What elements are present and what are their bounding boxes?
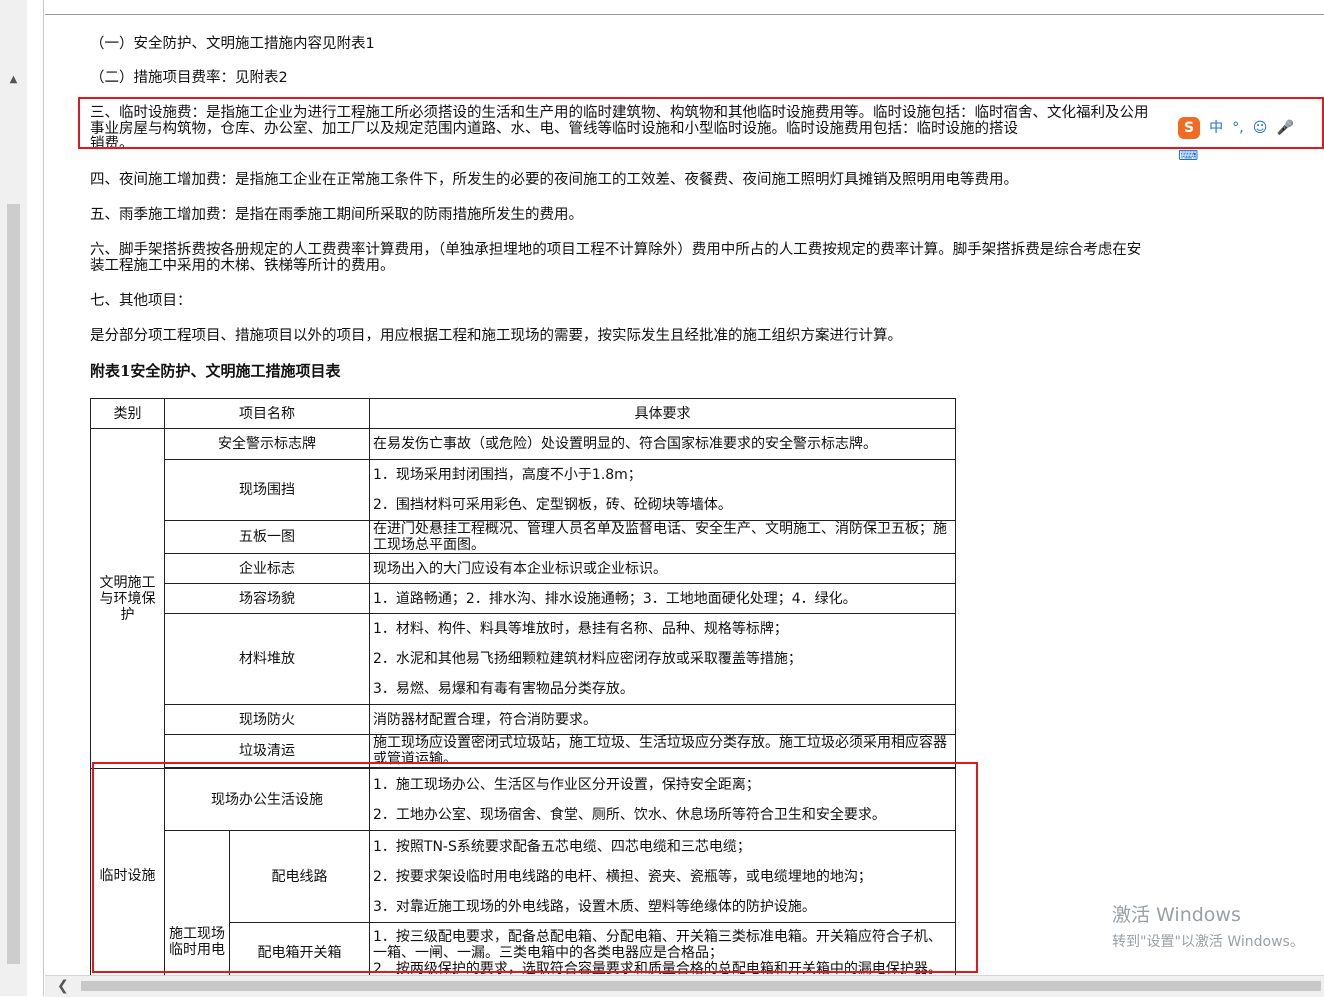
item-name: 现场围挡 [164,459,370,521]
left-panel-divider [27,0,44,996]
item-requirement: 在易发伤亡事故（或危险）处设置明显的、符合国家标准要求的安全警示标志牌。 [369,428,956,460]
header-item: 项目名称 [164,398,370,429]
paragraph-6-line1: 六、脚手架搭拆费按各册规定的人工费费率计算费用，（单独承担埋地的项目工程不计算除… [90,242,1142,258]
windows-activation-watermark: 激活 Windows 转到"设置"以激活 Windows。 [1112,900,1304,951]
requirement-line: 2．工地办公室、现场宿舍、食堂、厕所、饮水、休息场所等符合卫生和安全要求。 [373,806,886,823]
item-requirement: 1．施工现场办公、生活区与作业区分开设置，保持安全距离； 2．工地办公室、现场宿舍… [369,768,956,831]
item-requirement: 现场出入的大门应设有本企业标识或企业标识。 [369,553,956,584]
paragraph-3-line3: 销费。 [90,136,134,152]
requirement-line: 3．易燃、易爆和有毒有害物品分类存放。 [373,681,634,697]
item-name: 企业标志 [164,553,370,584]
item-name: 场容场貌 [164,583,370,614]
scroll-up-arrow-icon[interactable]: ▲ [0,70,27,90]
watermark-subtitle: 转到"设置"以激活 Windows。 [1112,934,1304,950]
paragraph-6-line2: 装工程施工中采用的木梯、铁梯等所计的费用。 [90,258,395,274]
item-requirement: 在进门处悬挂工程概况、管理人员名单及监督电话、安全生产、文明施工、消防保卫五板；… [369,520,956,554]
item-name: 材料堆放 [164,613,370,705]
paragraph-1: （一）安全防护、文明施工措施内容见附表1 [90,36,375,52]
item-requirement: 施工现场应设置密闭式垃圾站，施工垃圾、生活垃圾应分类存放。施工垃圾必须采用相应容… [369,734,956,768]
top-divider [45,14,1324,15]
paragraph-3-line2: 事业房屋与构筑物，仓库、办公室、加工厂以及规定范围内道路、水、电、管线等临时设施… [90,121,1018,137]
paragraph-2: （二）措施项目费率：见附表2 [90,70,288,86]
category-civilized-construction: 文明施工与环境保护 [90,428,165,769]
scroll-left-arrow-icon[interactable]: ❮ [57,978,69,994]
ime-emoji-icon[interactable]: ☺ [1253,114,1268,142]
sogou-logo-icon[interactable]: S [1178,117,1200,139]
item-name: 配电箱开关箱 [229,922,370,983]
paragraph-5: 五、雨季施工增加费：是指在雨季施工期间所采取的防雨措施所发生的费用。 [90,207,583,223]
requirement-line: 3．对靠近施工现场的外电线路，设置木质、塑料等绝缘体的防护设施。 [373,898,816,915]
item-name: 现场防火 [164,704,370,735]
requirement-line: 1．材料、构件、料具等堆放时，悬挂有名称、品种、规格等标牌； [373,621,788,637]
paragraph-7: 七、其他项目： [90,293,192,309]
item-requirement: 1．按照TN-S系统要求配备五芯电缆、四芯电缆和三芯电缆； 2．按要求架设临时用电… [369,830,956,923]
requirement-line: 2．围挡材料可采用彩色、定型钢板，砖、砼砌块等墙体。 [373,497,732,513]
sub-category-temporary-electricity: 施工现场临时用电 [164,830,230,983]
header-requirement: 具体要求 [369,398,956,429]
paragraph-3-line1: 三、临时设施费：是指施工企业为进行工程施工所必须搭设的生活和生产用的临时建筑物、… [90,105,1149,121]
requirement-line: 1．施工现场办公、生活区与作业区分开设置，保持安全距离； [373,776,760,793]
requirement-line: 1．按照TN-S系统要求配备五芯电缆、四芯电缆和三芯电缆； [373,838,751,855]
item-name: 安全警示标志牌 [164,428,370,460]
item-requirement: 1．道路畅通；2．排水沟、排水设施通畅；3．工地地面硬化处理；4．绿化。 [369,583,956,614]
measures-table: 类别 项目名称 具体要求 文明施工与环境保护 安全警示标志牌 在易发伤亡事故（或… [90,398,956,983]
requirement-line: 2．按要求架设临时用电线路的电杆、横担、瓷夹、瓷瓶等，或电缆埋地的地沟； [373,868,872,885]
item-requirement: 1．按三级配电要求，配备总配电箱、分配电箱、开关箱三类标准电箱。开关箱应符合子机… [369,922,956,983]
item-requirement: 1．现场采用封闭围挡，高度不小于1.8m； 2．围挡材料可采用彩色、定型钢板，砖、… [369,459,956,521]
left-scrollbar[interactable]: ▲ [0,0,28,996]
ime-toolbar[interactable]: S 中 °, ☺ 🎤 ⌨ [1174,114,1320,164]
item-name: 配电线路 [229,830,370,923]
requirement-line: 1．按三级配电要求，配备总配电箱、分配电箱、开关箱三类标准电箱。开关箱应符合子机… [373,928,942,961]
requirement-line: 2．水泥和其他易飞扬细颗粒建筑材料应密闭存放或采取覆盖等措施； [373,651,802,667]
watermark-title: 激活 Windows [1112,904,1241,926]
ime-microphone-icon[interactable]: 🎤 [1276,114,1293,142]
ime-punctuation-icon[interactable]: °, [1232,114,1243,142]
horizontal-scrollbar-thumb[interactable] [81,981,1321,991]
item-requirement: 消防器材配置合理，符合消防要求。 [369,704,956,735]
scrollbar-thumb[interactable] [7,204,20,964]
horizontal-scrollbar[interactable]: ❮ [45,975,1324,997]
item-requirement: 1．材料、构件、料具等堆放时，悬挂有名称、品种、规格等标牌； 2．水泥和其他易飞扬… [369,613,956,705]
header-category: 类别 [90,398,165,429]
item-name: 现场办公生活设施 [164,768,370,831]
requirement-line: 1．现场采用封闭围挡，高度不小于1.8m； [373,467,642,483]
paragraph-8: 是分部分项工程项目、措施项目以外的项目，用应根据工程和施工现场的需要，按实际发生… [90,328,902,344]
table-heading: 附表1安全防护、文明施工措施项目表 [90,362,341,380]
ime-mode-button[interactable]: 中 [1209,114,1223,142]
paragraph-4: 四、夜间施工增加费：是指施工企业在正常施工条件下，所发生的必要的夜间施工的工效差… [90,172,1018,188]
ime-keyboard-icon[interactable]: ⌨ [1178,142,1198,170]
category-temporary-facilities: 临时设施 [90,768,165,983]
item-name: 五板一图 [164,520,370,554]
item-name: 垃圾清运 [164,734,370,768]
